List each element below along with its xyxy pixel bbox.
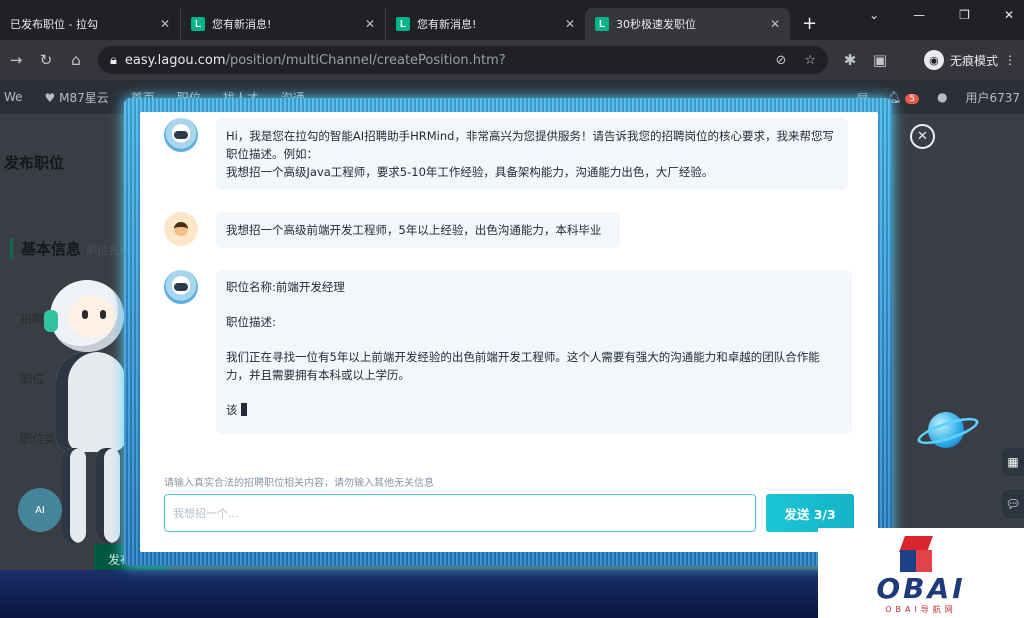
reload-icon[interactable]: ↻ bbox=[38, 51, 54, 69]
input-hint: 请输入真实合法的招聘职位相关内容，请勿输入其他无关信息 bbox=[164, 478, 434, 489]
chat-message-bot: Hi，我是您在拉勾的智能AI招聘助手HRMind，非常高兴为您提供服务！请告诉我… bbox=[164, 118, 848, 190]
lock-icon: 🔒︎ bbox=[110, 52, 117, 68]
close-icon[interactable]: ✕ bbox=[770, 17, 780, 31]
user-avatar-icon bbox=[164, 212, 198, 246]
menu-icon[interactable]: ⋮ bbox=[1004, 53, 1016, 67]
close-icon[interactable]: ✕ bbox=[160, 17, 170, 31]
watermark-logo: OBAI OBAI导航网 bbox=[818, 528, 1024, 618]
close-icon[interactable]: ✕ bbox=[910, 124, 935, 149]
side-panel-icon[interactable]: ▣ bbox=[872, 51, 888, 69]
extensions-icon[interactable]: ✱ bbox=[842, 51, 858, 69]
maximize-icon[interactable]: ❐ bbox=[959, 8, 970, 22]
tab-new-message-1[interactable]: L 您有新消息! ✕ bbox=[180, 8, 385, 40]
message-text: 该 bbox=[226, 403, 238, 417]
user-name[interactable]: 用户6737 bbox=[965, 89, 1020, 106]
url-host: easy.lagou.com bbox=[124, 52, 226, 68]
watermark-subtitle: OBAI导航网 bbox=[885, 605, 957, 614]
message-text: 我想招一个高级前端开发工程师，5年以上经验，出色沟通能力，本科毕业 bbox=[226, 223, 602, 237]
new-tab-icon[interactable]: + bbox=[790, 13, 829, 40]
lagou-favicon-icon: L bbox=[396, 17, 410, 31]
message-text: 我们正在寻找一位有5年以上前端开发经验的出色前端开发工程师。这个人需要有强大的沟… bbox=[226, 350, 820, 382]
typing-cursor bbox=[240, 403, 247, 416]
minimize-icon[interactable]: — bbox=[913, 8, 925, 22]
incognito-icon: ◉ bbox=[923, 50, 944, 70]
watermark-name: OBAI bbox=[876, 572, 966, 605]
cube-logo-icon bbox=[896, 536, 936, 576]
page-title: 发布职位 bbox=[4, 154, 65, 172]
grid-icon[interactable]: ▦ bbox=[1002, 448, 1024, 476]
tab-title: 您有新消息! bbox=[417, 18, 477, 31]
chat-message-user: 我想招一个高级前端开发工程师，5年以上经验，出色沟通能力，本科毕业 bbox=[164, 212, 620, 248]
user-avatar-icon[interactable]: ● bbox=[937, 90, 947, 104]
tab-title: 30秒极速发职位 bbox=[616, 18, 696, 31]
planet-widget-icon[interactable] bbox=[914, 408, 982, 452]
profile-label: 无痕模式 bbox=[949, 53, 998, 68]
incognito-profile[interactable]: ◉ 无痕模式 ⋮ bbox=[923, 50, 1016, 70]
send-button[interactable]: 发送 3/3 bbox=[766, 494, 854, 532]
bot-avatar-icon bbox=[164, 118, 198, 152]
home-icon[interactable]: ⌂ bbox=[68, 51, 84, 69]
chat-message-bot: 职位名称:前端开发经理 职位描述: 我们正在寻找一位有5年以上前端开发经验的出色… bbox=[164, 270, 852, 434]
browser-tab-strip: 已发布职位 - 拉勾 ✕ L 您有新消息! ✕ L 您有新消息! ✕ L 30秒… bbox=[0, 0, 1024, 40]
close-window-icon[interactable]: ✕ bbox=[1004, 8, 1014, 22]
tab-title: 您有新消息! bbox=[212, 18, 272, 31]
address-bar: → ↻ ⌂ 🔒︎ easy.lagou.com/position/multiCh… bbox=[0, 40, 1024, 80]
url-field[interactable]: 🔒︎ easy.lagou.com/position/multiChannel/… bbox=[98, 46, 828, 74]
message-bubble: 我想招一个高级前端开发工程师，5年以上经验，出色沟通能力，本科毕业 bbox=[216, 212, 620, 248]
chat-bubble-icon[interactable]: AI bbox=[18, 488, 62, 532]
close-icon[interactable]: ✕ bbox=[365, 17, 375, 31]
message-icon[interactable]: 💬︎ bbox=[1002, 490, 1024, 518]
message-text: 职位描述: bbox=[226, 315, 276, 329]
url-path: /position/multiChannel/createPosition.ht… bbox=[225, 52, 506, 68]
chat-input[interactable] bbox=[164, 494, 756, 532]
message-text: 我想招一个高级Java工程师，要求5-10年工作经验，具备架构能力，沟通能力出色… bbox=[226, 165, 714, 179]
tab-quick-post-position[interactable]: L 30秒极速发职位 ✕ bbox=[585, 8, 790, 40]
site-left-text: We bbox=[4, 90, 23, 104]
chevron-down-icon[interactable]: ⌄ bbox=[869, 8, 879, 22]
message-text: Hi，我是您在拉勾的智能AI招聘助手HRMind，非常高兴为您提供服务！请告诉我… bbox=[226, 129, 834, 161]
notification-badge: 5 bbox=[905, 94, 919, 104]
forward-icon[interactable]: → bbox=[8, 51, 24, 69]
bookmark-star-icon[interactable]: ☆ bbox=[804, 53, 816, 68]
tab-title: 已发布职位 - 拉勾 bbox=[10, 18, 98, 31]
tab-published-positions[interactable]: 已发布职位 - 拉勾 ✕ bbox=[0, 8, 180, 40]
company-name[interactable]: ♥ M87星云 bbox=[45, 89, 109, 106]
lagou-favicon-icon: L bbox=[191, 17, 205, 31]
message-bubble: 职位名称:前端开发经理 职位描述: 我们正在寻找一位有5年以上前端开发经验的出色… bbox=[216, 270, 852, 434]
heart-icon: ♥ bbox=[44, 90, 60, 105]
message-text: 职位名称:前端开发经理 bbox=[226, 280, 345, 294]
window-controls: ⌄ — ❐ ✕ bbox=[869, 8, 1014, 22]
eye-off-icon[interactable]: ⊘ bbox=[775, 53, 786, 68]
hrmind-chat-dialog: Hi，我是您在拉勾的智能AI招聘助手HRMind，非常高兴为您提供服务！请告诉我… bbox=[140, 112, 878, 552]
tab-new-message-2[interactable]: L 您有新消息! ✕ bbox=[385, 8, 585, 40]
close-icon[interactable]: ✕ bbox=[565, 17, 575, 31]
message-bubble: Hi，我是您在拉勾的智能AI招聘助手HRMind，非常高兴为您提供服务！请告诉我… bbox=[216, 118, 848, 190]
lagou-favicon-icon: L bbox=[595, 17, 609, 31]
bot-avatar-icon bbox=[164, 270, 198, 304]
section-title: 基本信息 职位名称 bbox=[10, 238, 130, 259]
